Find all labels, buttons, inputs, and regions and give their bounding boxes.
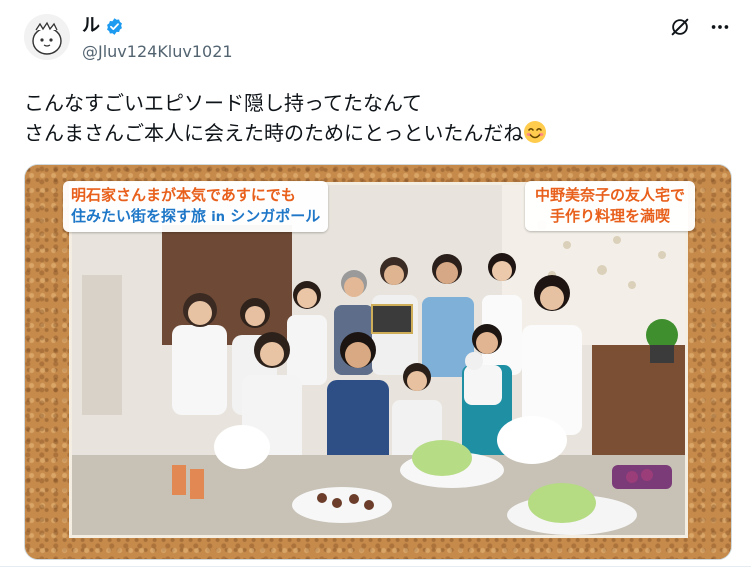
author-name-row: ル	[82, 14, 124, 38]
caption-left: 明石家さんまが本気であすにでも 住みたい街を探す旅 in シンガポール	[63, 181, 329, 232]
post-top-actions	[667, 14, 733, 40]
group-photo-illustration	[72, 185, 685, 535]
grok-icon[interactable]	[667, 14, 693, 40]
more-dots-icon	[711, 25, 729, 29]
more-options-icon[interactable]	[707, 14, 733, 40]
post-text-line-1: こんなすごいエピソード隠し持ってたなんて	[24, 91, 422, 115]
caption-right-line-1: 中野美奈子の友人宅で	[534, 186, 685, 204]
verified-badge-icon	[107, 17, 122, 35]
post-text-line-2: さんまさんご本人に会えた時のためにとっといたんだね	[24, 118, 734, 148]
caption-left-line-1: 明石家さんまが本気であすにでも	[71, 186, 296, 204]
post-text: こんなすごいエピソード隠し持ってたなんて さんまさんご本人に会えた時のためにとっ…	[24, 88, 734, 148]
post-media-image[interactable]: 明石家さんまが本気であすにでも 住みたい街を探す旅 in シンガポール 中野美奈…	[24, 164, 732, 560]
caption-right-line-2: 手作り料理を満喫	[549, 207, 670, 225]
grok-glyph-icon	[671, 18, 689, 36]
group-photo	[72, 185, 685, 535]
post-text-line-2-content: さんまさんご本人に会えた時のためにとっといたんだね	[24, 121, 524, 145]
caption-left-line-2-suffix: in	[211, 210, 225, 225]
avatar[interactable]	[24, 14, 70, 60]
caption-left-line-2-end: シンガポール	[230, 207, 321, 225]
smiling-face-emoji-icon	[524, 121, 547, 143]
author-display-name[interactable]: ル	[82, 14, 100, 38]
caption-left-line-2-text: 住みたい街を探す旅	[71, 207, 207, 225]
bottom-divider	[0, 566, 751, 567]
avatar-image	[24, 14, 70, 60]
caption-right: 中野美奈子の友人宅で 手作り料理を満喫	[524, 181, 695, 231]
author-handle[interactable]: @Jluv124Kluv1021	[82, 42, 233, 61]
caption-left-line-2: 住みたい街を探す旅 in シンガポール	[71, 206, 320, 228]
